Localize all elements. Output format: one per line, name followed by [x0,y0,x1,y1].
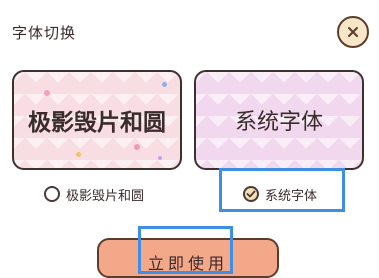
decor-dot [162,82,167,87]
decor-dot [44,90,50,96]
radio-unchecked-icon [44,186,60,202]
decor-dot [76,152,81,157]
decor-dot [158,156,162,160]
button-highlight [138,226,233,274]
font-card-system[interactable]: 系统字体 [194,70,364,170]
decor-dot [134,144,140,150]
dialog-title: 字体切换 [12,24,77,42]
font-card-label: 极影毁片和圆 [28,109,166,136]
font-card-label: 系统字体 [234,110,323,135]
close-icon [348,27,358,37]
font-card-custom[interactable]: 极影毁片和圆 [12,70,182,170]
selection-highlight [219,168,345,212]
font-switch-dialog: 字体切换 极影毁片和圆 系统字体 极影毁片和圆 系统字体 立即使用 [0,0,379,278]
close-button[interactable] [337,16,369,48]
font-option-custom[interactable]: 极影毁片和圆 [44,184,144,204]
font-option-label: 极影毁片和圆 [66,188,145,204]
